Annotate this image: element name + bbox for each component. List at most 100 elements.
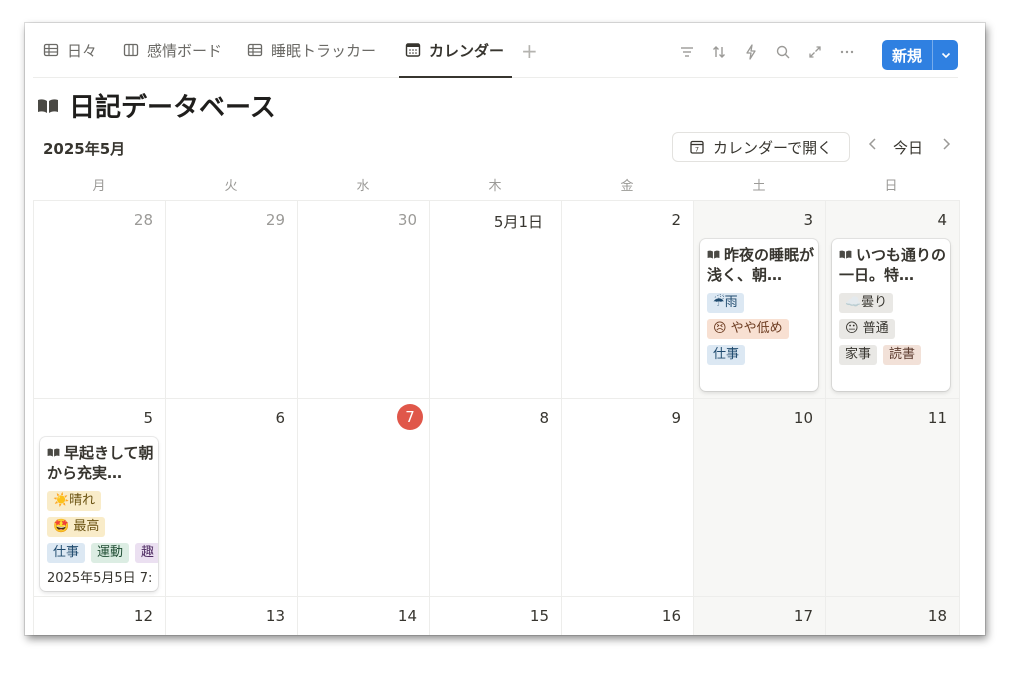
add-view-icon[interactable]: + bbox=[521, 39, 538, 63]
today-button[interactable]: 今日 bbox=[893, 137, 923, 158]
day-number: 9 bbox=[671, 409, 681, 427]
calendar-day-cell[interactable]: 6 bbox=[166, 399, 298, 597]
weekday-header: 水 bbox=[356, 179, 370, 194]
day-number: 17 bbox=[793, 607, 813, 625]
calendar-day-cell[interactable]: 4 いつも通りの一日。特… ☁️曇り 😐 普通 家事 読書 bbox=[826, 201, 960, 399]
calendar-day-cell[interactable]: 2 bbox=[562, 201, 694, 399]
calendar-day-cell[interactable]: 30 bbox=[298, 201, 430, 399]
view-tabs: 日々 感情ボード 睡眠トラッカー カレンダー + 新規 bbox=[33, 23, 958, 78]
book-icon bbox=[839, 250, 852, 259]
book-icon bbox=[38, 98, 58, 113]
calendar-icon bbox=[405, 43, 421, 57]
tab-label: カレンダー bbox=[429, 41, 505, 60]
calendar-day-cell[interactable]: 29 bbox=[166, 201, 298, 399]
day-number: 29 bbox=[265, 211, 285, 229]
day-number: 4 bbox=[937, 211, 947, 229]
day-number: 5月1日 bbox=[493, 213, 543, 231]
calendar-day-cell[interactable]: 11 bbox=[826, 399, 960, 597]
day-number: 15 bbox=[529, 607, 549, 625]
tab-label: 睡眠トラッカー bbox=[271, 41, 377, 60]
new-button-label: 新規 bbox=[891, 46, 922, 65]
new-button[interactable]: 新規 bbox=[882, 40, 958, 70]
day-number: 6 bbox=[275, 409, 285, 427]
svg-text:7: 7 bbox=[695, 145, 699, 153]
calendar-day-cell[interactable]: 15 bbox=[430, 597, 562, 635]
tab-sleep-tracker[interactable]: 睡眠トラッカー bbox=[247, 23, 376, 77]
entry-title: 昨夜の睡眠が浅く、朝… bbox=[707, 245, 818, 285]
more-icon[interactable] bbox=[838, 43, 856, 61]
tab-emotion-board[interactable]: 感情ボード bbox=[123, 23, 222, 77]
calendar-day-cell[interactable]: 5 早起きして朝から充実… ☀️晴れ 🤩 最高 仕事 運動趣 2025年5月5日 … bbox=[34, 399, 166, 597]
diary-entry-card[interactable]: いつも通りの一日。特… ☁️曇り 😐 普通 家事 読書 bbox=[832, 239, 950, 391]
mood-tag: 🤩 最高 bbox=[47, 517, 106, 537]
day-number: 16 bbox=[661, 607, 681, 625]
calendar-day-cell[interactable]: 3 昨夜の睡眠が浅く、朝… ☔雨 😣 やや低め 仕事 bbox=[694, 201, 826, 399]
weekday-header: 土 bbox=[752, 179, 766, 194]
book-icon bbox=[47, 448, 60, 457]
day-number: 13 bbox=[265, 607, 285, 625]
calendar-day-cell[interactable]: 17 bbox=[694, 597, 826, 635]
entry-date: 2025年5月5日 7: bbox=[47, 571, 153, 586]
entry-title-text: 早起きして朝から充実… bbox=[47, 444, 154, 482]
entry-title-text: 昨夜の睡眠が浅く、朝… bbox=[707, 246, 815, 284]
weekday-header: 月 bbox=[92, 179, 106, 194]
calendar-day-cell[interactable]: 16 bbox=[562, 597, 694, 635]
calendar-day-cell[interactable]: 14 bbox=[298, 597, 430, 635]
calendar-day-cell[interactable]: 28 bbox=[34, 201, 166, 399]
day-number: 12 bbox=[133, 607, 153, 625]
calendar-day-cell[interactable]: 9 bbox=[562, 399, 694, 597]
database-window: 日々 感情ボード 睡眠トラッカー カレンダー + 新規 日記データベース 202… bbox=[25, 23, 985, 635]
mood-tag: 😣 やや低め bbox=[707, 319, 789, 339]
chevron-left-icon[interactable] bbox=[866, 136, 880, 157]
search-icon[interactable] bbox=[774, 43, 792, 61]
book-icon bbox=[707, 250, 720, 259]
calendar-day-cell[interactable]: 18 bbox=[826, 597, 960, 635]
weekday-header: 火 bbox=[224, 179, 238, 194]
diary-entry-card[interactable]: 早起きして朝から充実… ☀️晴れ 🤩 最高 仕事 運動趣 2025年5月5日 7: bbox=[40, 437, 158, 591]
day-number: 11 bbox=[927, 409, 947, 427]
day-number: 18 bbox=[927, 607, 947, 625]
calendar-day-cell[interactable]: 5月1日 bbox=[430, 201, 562, 399]
tab-calendar[interactable]: カレンダー bbox=[398, 23, 513, 78]
page-title: 日記データベース bbox=[37, 87, 276, 124]
chevron-down-icon[interactable] bbox=[933, 49, 958, 61]
tab-label: 日々 bbox=[67, 41, 98, 60]
calendar-icon: 7 bbox=[690, 140, 704, 154]
expand-icon[interactable] bbox=[806, 43, 824, 61]
category-tag: 仕事 bbox=[47, 543, 86, 563]
category-tag: 運動 bbox=[91, 543, 130, 563]
entry-title: いつも通りの一日。特… bbox=[839, 245, 950, 285]
mood-tag: 😐 普通 bbox=[839, 319, 895, 339]
day-number: 14 bbox=[397, 607, 417, 625]
day-number: 10 bbox=[793, 409, 813, 427]
calendar-day-cell[interactable]: 8 bbox=[430, 399, 562, 597]
category-tag: 仕事 bbox=[707, 345, 746, 365]
automation-icon[interactable] bbox=[742, 43, 760, 61]
weather-tag: ☔雨 bbox=[707, 293, 744, 313]
weekday-header: 木 bbox=[488, 179, 502, 194]
day-number: 8 bbox=[539, 409, 549, 427]
open-in-calendar-label: カレンダーで開く bbox=[713, 138, 833, 157]
calendar-day-cell[interactable]: 10 bbox=[694, 399, 826, 597]
calendar-day-cell[interactable]: 13 bbox=[166, 597, 298, 635]
calendar-grid: 28 29 30 5月1日 2 3 昨夜の睡眠が浅く、朝… ☔雨 😣 やや低め … bbox=[33, 200, 960, 635]
calendar-month: 2025年5月 bbox=[43, 140, 126, 158]
chevron-right-icon[interactable] bbox=[939, 136, 953, 157]
calendar-day-cell[interactable]: 12 bbox=[34, 597, 166, 635]
filter-icon[interactable] bbox=[678, 43, 696, 61]
category-tag: 家事 bbox=[839, 345, 878, 365]
weather-tag: ☀️晴れ bbox=[47, 491, 102, 511]
tab-daily[interactable]: 日々 bbox=[43, 23, 97, 77]
board-icon bbox=[123, 43, 139, 57]
today-day-number: 7 bbox=[397, 404, 423, 430]
table-icon bbox=[43, 43, 59, 57]
tab-label: 感情ボード bbox=[147, 41, 223, 60]
diary-entry-card[interactable]: 昨夜の睡眠が浅く、朝… ☔雨 😣 やや低め 仕事 bbox=[700, 239, 818, 391]
sort-icon[interactable] bbox=[710, 43, 728, 61]
open-in-calendar-button[interactable]: 7 カレンダーで開く bbox=[672, 132, 850, 162]
weekday-header: 日 bbox=[884, 179, 898, 194]
calendar-day-cell[interactable]: 7 bbox=[298, 399, 430, 597]
category-tag: 読書 bbox=[883, 345, 922, 365]
table-icon bbox=[247, 43, 263, 57]
day-number: 30 bbox=[397, 211, 417, 229]
